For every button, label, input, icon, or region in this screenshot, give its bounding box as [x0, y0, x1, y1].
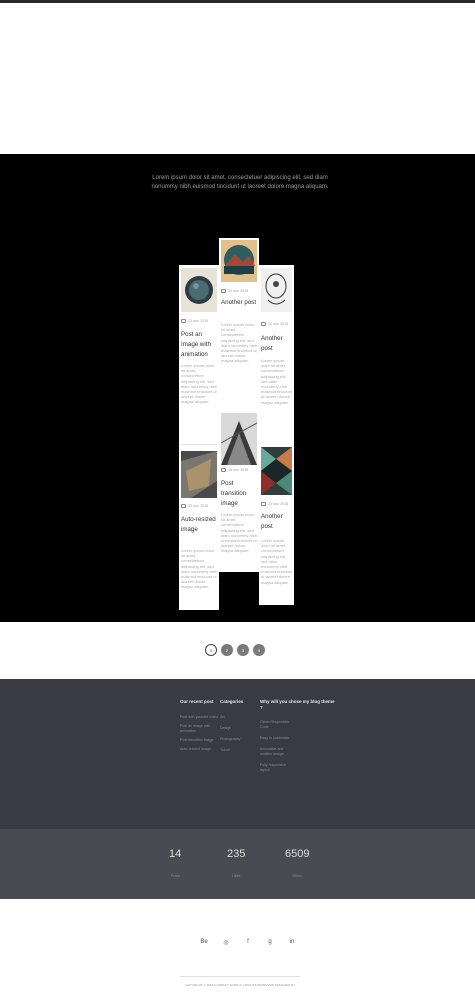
- post-image-abstract[interactable]: [181, 451, 217, 498]
- recent-post-link[interactable]: Post transition image: [180, 738, 218, 743]
- comment-icon: [261, 502, 266, 506]
- pagination: 1 2 3 4: [205, 644, 265, 656]
- comment-icon: [261, 322, 266, 326]
- stat-posts-label: Posts: [171, 874, 180, 878]
- comment-icon: [181, 319, 186, 323]
- post-title[interactable]: Post transition image: [221, 479, 257, 509]
- intro-text: Lorem ipsum dolor sit amet, consectetuer…: [151, 175, 329, 190]
- recent-post-link[interactable]: Post with youtube video: [180, 715, 218, 720]
- categories-list: Art Design Photography Travel: [220, 715, 256, 753]
- comment-icon: [221, 468, 226, 472]
- stat-posts-value: 14: [169, 848, 182, 860]
- post-excerpt: Lorem ipsum dolor sit amet, consectetuer…: [261, 538, 293, 585]
- categories-heading: Categories: [220, 699, 244, 704]
- post-image-landscape[interactable]: [221, 240, 257, 282]
- copyright: COPYRIGHT © 2016 COMPANY NAME ALL RIGHTS…: [140, 983, 340, 987]
- post-excerpt: Lorem ipsum dolor sit amet, consectetuer…: [221, 512, 258, 554]
- comment-icon: [181, 504, 186, 508]
- divider: [181, 444, 217, 445]
- post-meta: 23 nov, 2015: [261, 502, 288, 506]
- post-meta: 23 nov, 2015: [261, 322, 288, 326]
- why-item: Easy to customize: [260, 736, 290, 740]
- post-title[interactable]: Another post: [221, 298, 257, 308]
- comment-icon: [221, 289, 226, 293]
- post-excerpt: Lorem ipsum dolor sit amet, consectetuer…: [221, 322, 258, 364]
- post-title[interactable]: Another post: [261, 334, 293, 354]
- post-image-planet[interactable]: [181, 268, 217, 312]
- stats-bar: [0, 829, 475, 899]
- stat-views-value: 6509: [285, 848, 310, 860]
- page-button-2[interactable]: 2: [221, 644, 233, 656]
- post-image-triangles[interactable]: [261, 447, 292, 495]
- top-border: [0, 0, 475, 3]
- page-button-4[interactable]: 4: [253, 644, 265, 656]
- social-links: Be ◎ f g in: [198, 936, 298, 948]
- recent-posts-list: Post with youtube video Post an image wi…: [180, 715, 218, 752]
- stat-likes-label: Likes: [232, 874, 241, 878]
- post-title[interactable]: Another post: [261, 512, 293, 532]
- post-meta: 23 nov, 2015: [181, 504, 208, 508]
- copyright-text: COPYRIGHT © 2016 COMPANY NAME ALL RIGHTS…: [184, 983, 274, 987]
- page-button-1[interactable]: 1: [205, 644, 217, 656]
- post-meta: 23 nov, 2015: [221, 289, 248, 293]
- linkedin-icon[interactable]: in: [286, 936, 298, 948]
- google-plus-icon[interactable]: g: [264, 936, 276, 948]
- why-item: Innovative and modern design: [260, 747, 284, 756]
- category-link[interactable]: Photography: [220, 737, 256, 742]
- why-list: Clean Responsive Code Easy to customize …: [260, 720, 296, 773]
- facebook-icon[interactable]: f: [242, 936, 254, 948]
- post-excerpt: Lorem ipsum dolor sit amet, consectetuer…: [181, 363, 218, 405]
- post-image-architecture[interactable]: [221, 413, 257, 465]
- why-item: Clean Responsive Code: [260, 720, 290, 729]
- category-link[interactable]: Travel: [220, 748, 256, 753]
- post-excerpt: Lorem ipsum dolor sit amet, consectetuer…: [261, 358, 293, 405]
- stat-views-label: Views: [292, 874, 302, 878]
- post-meta: 23 nov, 2015: [181, 319, 208, 323]
- recent-post-link[interactable]: Auto-resized image: [180, 747, 218, 752]
- why-item: Fully responsive layout: [260, 763, 286, 772]
- stat-likes-value: 235: [227, 848, 246, 860]
- recent-posts-heading: Our recent post: [180, 699, 214, 704]
- why-heading: Why will you chose my blog theme ?: [260, 699, 335, 710]
- recent-post-link[interactable]: Post an image with animation: [180, 724, 218, 734]
- designed-by-text: DESIGNED BY: [274, 983, 296, 987]
- dribbble-icon[interactable]: ◎: [220, 936, 232, 948]
- post-excerpt: Lorem ipsum dolor sit amet, consectetuer…: [181, 548, 218, 590]
- category-link[interactable]: Design: [220, 726, 256, 731]
- post-title[interactable]: Auto-resized image: [181, 515, 217, 535]
- page-button-3[interactable]: 3: [237, 644, 249, 656]
- post-image-sketch[interactable]: [261, 268, 292, 312]
- post-title[interactable]: Post an Image with animation: [181, 330, 219, 360]
- post-meta: 18 nov, 2015: [221, 468, 248, 472]
- category-link[interactable]: Art: [220, 715, 256, 720]
- behance-icon[interactable]: Be: [198, 936, 210, 948]
- footer-divider: [180, 976, 300, 977]
